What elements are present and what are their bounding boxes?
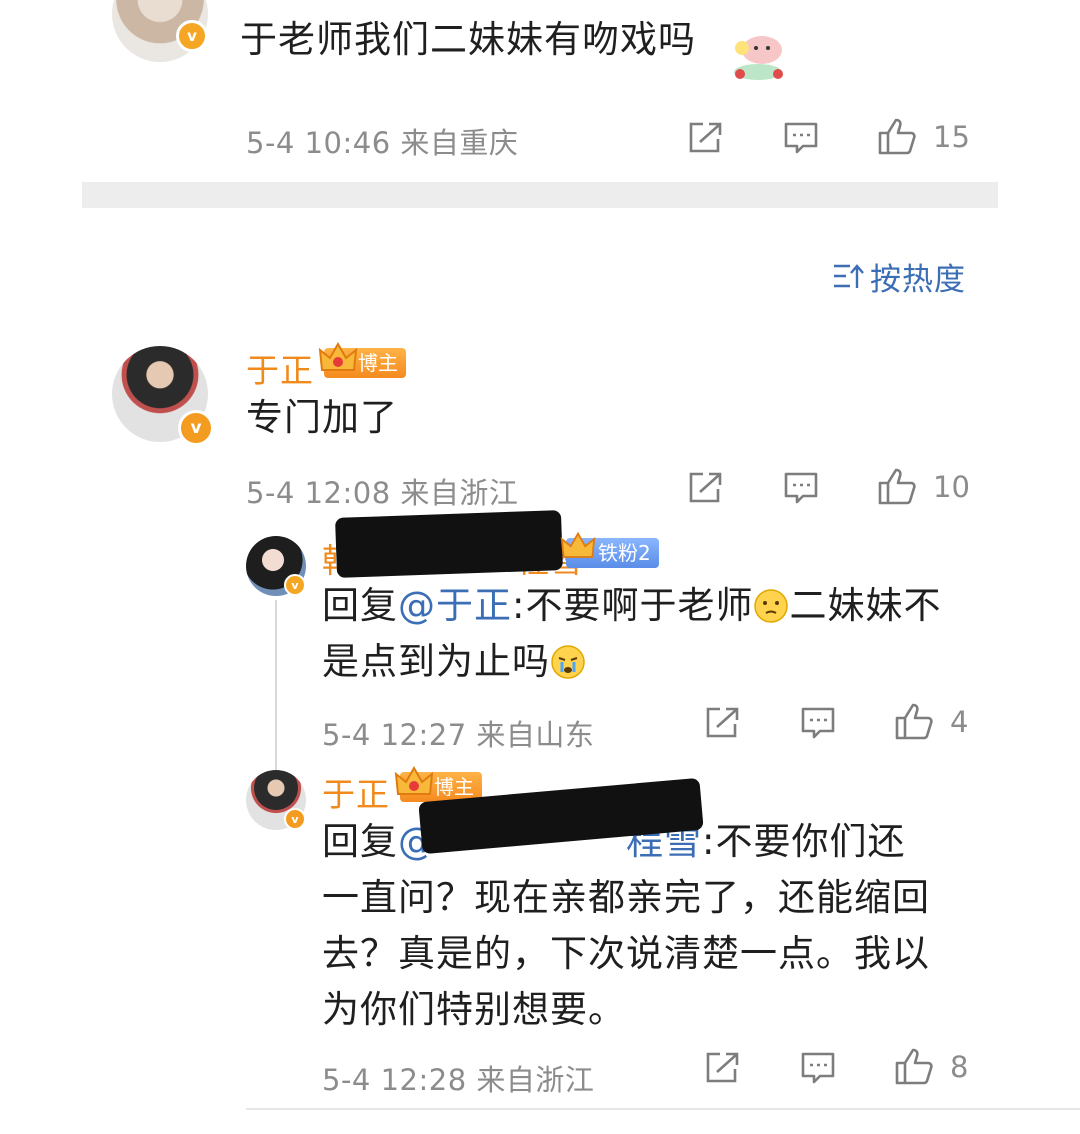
crown-icon: [318, 341, 358, 371]
verified-icon: v: [284, 808, 306, 830]
comment-icon[interactable]: [783, 471, 819, 505]
comment-meta: 5-4 10:46 来自重庆: [246, 126, 519, 160]
like-count: 8: [950, 1050, 969, 1084]
verified-icon: v: [178, 410, 214, 446]
share-icon[interactable]: [704, 1051, 740, 1085]
verified-icon: v: [284, 574, 306, 596]
avatar[interactable]: v: [246, 536, 306, 596]
verified-icon: v: [176, 20, 208, 52]
crying-emoji-icon: [551, 645, 585, 679]
comment-text: 于老师我们二妹妹有吻戏吗: [240, 18, 696, 61]
fan-badge: 铁粉2: [560, 531, 659, 568]
avatar[interactable]: v: [246, 770, 306, 830]
reply-text: 回复@于正:不要啊于老师 二妹妹不 是点到为止吗: [322, 584, 942, 683]
avatar[interactable]: v: [112, 0, 208, 62]
share-icon[interactable]: [704, 706, 740, 740]
like-count: 15: [933, 120, 970, 154]
section-divider: [82, 182, 998, 208]
mention-link[interactable]: @于正: [398, 584, 512, 627]
crown-icon: [394, 765, 434, 795]
like-icon[interactable]: [877, 466, 917, 506]
comment-icon[interactable]: [800, 706, 836, 740]
share-icon[interactable]: [687, 121, 723, 155]
author-name[interactable]: 于正: [246, 344, 314, 392]
reply-meta: 5-4 12:28 来自浙江: [322, 1063, 595, 1097]
share-icon[interactable]: [687, 471, 723, 505]
sort-icon: [834, 264, 864, 288]
sticker-icon: [734, 36, 783, 80]
comment-text: 专门加了: [246, 396, 398, 439]
sort-label: 按热度: [870, 261, 966, 298]
comment-meta: 5-4 12:08 来自浙江: [246, 476, 519, 510]
thread-line: [275, 600, 277, 780]
like-icon[interactable]: [877, 116, 917, 156]
host-badge: 博主: [318, 341, 406, 378]
reply-text: 回复@ 程雪:不要你们还 一直问？现在亲都亲完了，还能缩回 去？真是的，下次说清楚…: [322, 820, 930, 1031]
emoji-icon: [754, 589, 789, 623]
like-icon[interactable]: [894, 1046, 934, 1086]
like-count: 4: [950, 705, 969, 739]
comment-icon[interactable]: [800, 1051, 836, 1085]
crown-icon: [560, 531, 596, 558]
avatar[interactable]: v: [112, 346, 214, 446]
bottom-divider: [246, 1108, 1080, 1110]
comment-icon[interactable]: [783, 121, 819, 155]
like-icon[interactable]: [894, 701, 934, 741]
author-name[interactable]: 于正: [322, 768, 390, 816]
redaction: [335, 510, 563, 578]
sort-toggle[interactable]: 按热度: [832, 256, 966, 298]
reply-meta: 5-4 12:27 来自山东: [322, 718, 595, 752]
like-count: 10: [933, 470, 970, 504]
